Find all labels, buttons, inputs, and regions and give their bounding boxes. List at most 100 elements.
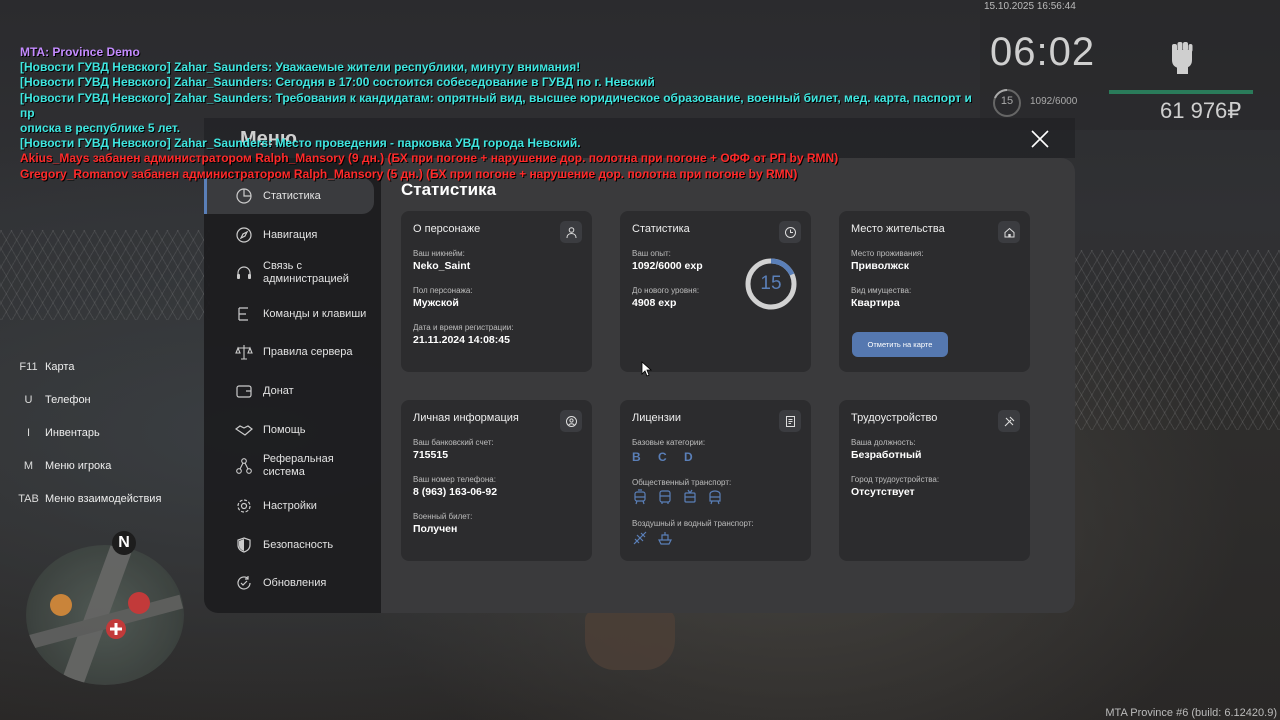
card-title: Трудоустройство (851, 412, 938, 424)
card-personal: Личная информация Ваш банковский счет: 7… (401, 400, 592, 561)
hud-datetime: 15.10.2025 16:56:44 (984, 1, 1076, 12)
card-job-button[interactable] (998, 410, 1020, 432)
nav-item-security[interactable]: Безопасность (204, 536, 374, 554)
clock-icon (784, 226, 796, 238)
boat-icon (658, 532, 672, 545)
chat-line: описка в республике 5 лет. (20, 121, 181, 136)
key-label: U (24, 393, 33, 406)
key-hints: F11 Карта U Телефон I Инвентарь M Меню игрок… (12, 350, 192, 515)
nav-item-rules[interactable]: Правила сервера (204, 343, 374, 361)
map-marker-icon (128, 592, 150, 614)
key-label: TAB (18, 492, 39, 505)
card-character: О персонаже Ваш никнейм: Neko_Saint Пол … (401, 211, 592, 372)
card-title: Статистика (632, 223, 690, 235)
card-title: Место жительства (851, 223, 945, 235)
card-job: Трудоустройство Ваша должность: Безработ… (839, 400, 1030, 561)
nav-item-label: Помощь (263, 423, 306, 436)
public-transport-label: Общественный транспорт: (632, 478, 732, 487)
military-value: Получен (413, 523, 458, 535)
level-number: 15 (760, 273, 782, 294)
job-city-value: Отсутствует (851, 486, 915, 498)
nav-item-navigation[interactable]: Навигация (204, 226, 374, 244)
build-info: MTA Province #6 (build: 6.12420.9) (1105, 707, 1277, 719)
hud-level: 15 (1000, 95, 1014, 107)
nav-item-label: Обновления (263, 576, 327, 589)
key-hint: U Телефон (12, 383, 192, 416)
nick-label: Ваш никнейм: (413, 249, 465, 258)
hud-health-bar (1109, 90, 1253, 94)
position-label: Ваша должность: (851, 438, 916, 447)
nav-item-donate[interactable]: Донат (204, 382, 374, 400)
id-icon (565, 415, 577, 427)
chat-line: Akius_Mays забанен администратором Ralph… (20, 151, 839, 166)
network-icon (236, 458, 252, 474)
nav-item-statistics[interactable]: Статистика (204, 178, 374, 214)
tools-icon (1004, 416, 1014, 426)
nav-item-label: Статистика (263, 189, 321, 202)
key-action: Меню игрока (45, 459, 112, 472)
phone-value: 8 (963) 163-06-92 (413, 486, 498, 498)
place-label: Место проживания: (851, 249, 924, 258)
reg-value: 21.11.2024 14:08:45 (413, 334, 510, 346)
key-action: Телефон (45, 393, 91, 406)
nav-item-updates[interactable]: Обновления (204, 574, 374, 592)
plane-icon (633, 531, 647, 545)
position-value: Безработный (851, 449, 922, 461)
metro-icon (709, 490, 721, 505)
key-hint: M Меню игрока (12, 449, 192, 482)
base-categories-value: B C D (632, 450, 700, 464)
card-residence-button[interactable] (998, 221, 1020, 243)
map-marker-icon (50, 594, 72, 616)
nav-item-settings[interactable]: Настройки (204, 497, 374, 515)
sex-value: Мужской (413, 297, 459, 309)
page-title: Статистика (401, 180, 497, 199)
nav-item-commands[interactable]: Команды и клавиши (204, 305, 374, 323)
minimap-north: N (112, 531, 136, 555)
pie-chart-icon (236, 188, 252, 204)
military-label: Военный билет: (413, 512, 473, 521)
key-action: Карта (45, 360, 75, 373)
key-hint: F11 Карта (12, 350, 192, 383)
chat-line: [Новости ГУВД Невского] Zahar_Saunders: … (20, 136, 581, 151)
scales-icon (235, 345, 253, 360)
chat-line: [Новости ГУВД Невского] Zahar_Saunders: … (20, 90, 972, 120)
chat-line: [Новости ГУВД Невского] Zahar_Saunders: … (20, 75, 655, 90)
nav-item-contact-admin[interactable]: Связь с администрацией (204, 260, 374, 286)
base-categories-label: Базовые категории: (632, 438, 706, 447)
mark-on-map-button[interactable]: Отметить на карте (852, 332, 948, 357)
hospital-icon (106, 619, 126, 639)
nav-item-help[interactable]: Помощь (204, 421, 374, 439)
nav-item-label: Настройки (263, 499, 317, 512)
key-hint: TAB Меню взаимодействия (12, 482, 192, 515)
close-button[interactable] (1028, 127, 1052, 151)
list-icon (238, 307, 248, 321)
tram-icon (634, 489, 646, 505)
next-level-value: 4908 exp (632, 297, 677, 309)
document-icon (785, 415, 795, 427)
sex-label: Пол персонажа: (413, 286, 473, 295)
nav-item-referral[interactable]: Реферальная система (204, 453, 374, 479)
chat-line: Gregory_Romanov забанен администратором … (20, 166, 798, 181)
nav-item-label: Навигация (263, 228, 318, 241)
card-stats-button[interactable] (779, 221, 801, 243)
background-fence (1070, 250, 1280, 430)
nav-item-label: Реферальная система (263, 453, 334, 478)
bank-value: 715515 (413, 449, 449, 461)
wallet-icon (236, 385, 252, 398)
card-licenses-button[interactable] (779, 410, 801, 432)
chat-box: MTA: Province Demo [Новости ГУВД Невског… (20, 45, 980, 182)
hud-panel: 15.10.2025 16:56:44 06:02 15 1092/6000 6… (980, 0, 1280, 130)
card-licenses: Лицензии Базовые категории: B C D Общест… (620, 400, 811, 561)
fist-icon (1172, 42, 1193, 74)
nav-item-label: Донат (263, 384, 294, 397)
exp-value: 1092/6000 exp (632, 260, 703, 272)
card-character-button[interactable] (560, 221, 582, 243)
air-water-label: Воздушный и водный транспорт: (632, 519, 754, 528)
key-hint: I Инвентарь (12, 416, 192, 449)
key-action: Инвентарь (45, 426, 100, 439)
reg-label: Дата и время регистрации: (413, 323, 514, 332)
gear-icon (237, 499, 251, 513)
hud-clock: 06:02 (990, 30, 1096, 74)
place-value: Приволжск (851, 260, 909, 272)
card-personal-button[interactable] (560, 410, 582, 432)
